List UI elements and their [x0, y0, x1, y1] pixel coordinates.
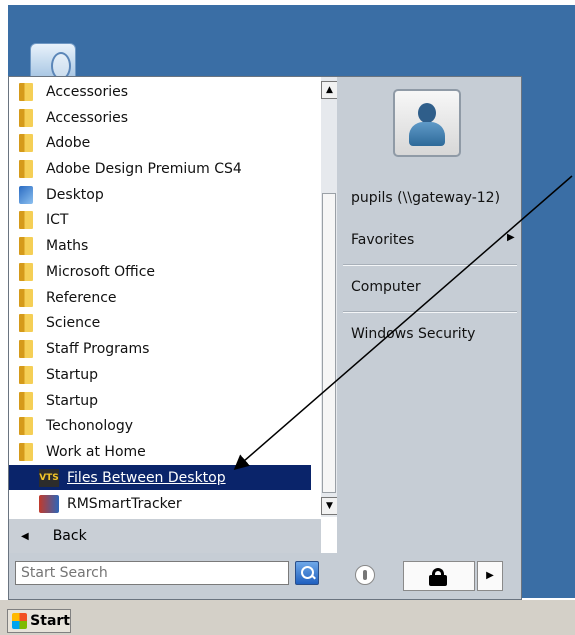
folder-icon [19, 339, 33, 358]
program-item-science[interactable]: Science [9, 310, 311, 335]
right-item-windows-security[interactable]: Windows Security [351, 326, 475, 342]
scrollbar-thumb[interactable] [322, 193, 336, 493]
windows-logo-icon [12, 613, 28, 629]
program-item-maths[interactable]: Maths [9, 233, 311, 258]
program-item-accessories-2[interactable]: Accessories [9, 105, 311, 130]
folder-icon [19, 442, 33, 461]
program-label: Adobe [46, 134, 91, 151]
search-icon[interactable] [295, 561, 319, 585]
program-label: Accessories [46, 109, 129, 126]
program-item-adobe[interactable]: Adobe [9, 130, 311, 155]
back-arrow-icon: ◀ [21, 530, 29, 542]
folder-icon [19, 365, 33, 384]
start-label: Start [30, 613, 70, 629]
program-label: Techonology [46, 417, 133, 434]
program-label: Adobe Design Premium CS4 [46, 160, 242, 177]
program-label: Accessories [46, 83, 129, 100]
program-label: Science [46, 314, 101, 331]
program-label: RMSmartTracker [67, 495, 182, 512]
all-programs-list: Accessories Accessories Adobe Adobe Desi… [9, 77, 322, 517]
program-label: Staff Programs [46, 340, 150, 357]
program-label: Startup [46, 366, 98, 383]
program-item-work-at-home[interactable]: Work at Home [9, 439, 311, 464]
user-avatar[interactable] [393, 89, 461, 157]
program-label: Work at Home [46, 443, 146, 460]
program-item-adobe-design-premium[interactable]: Adobe Design Premium CS4 [9, 156, 311, 181]
right-item-user[interactable]: pupils (\\gateway-12) [351, 190, 500, 206]
start-menu-left-pane: Accessories Accessories Adobe Adobe Desi… [9, 77, 338, 599]
right-item-computer[interactable]: Computer [351, 279, 421, 295]
program-label: Maths [46, 237, 89, 254]
folder-icon [19, 159, 33, 178]
lock-button[interactable] [403, 561, 475, 591]
shutdown-options-arrow-icon[interactable]: ▶ [477, 561, 503, 591]
programs-scrollbar[interactable]: ▲ ▼ [321, 77, 338, 517]
program-label: Files Between Desktop [67, 469, 226, 486]
folder-icon [19, 391, 33, 410]
taskbar: Start [0, 600, 575, 635]
program-label: Startup [46, 392, 98, 409]
folder-icon [19, 210, 33, 229]
right-item-favorites[interactable]: Favorites [351, 232, 414, 248]
program-item-files-between-desktop[interactable]: VTS Files Between Desktop [9, 465, 311, 490]
power-icon[interactable] [355, 565, 375, 585]
program-label: Microsoft Office [46, 263, 156, 280]
folder-icon [19, 108, 33, 127]
program-label: Reference [46, 289, 117, 306]
program-label: Desktop [46, 186, 104, 203]
program-item-startup-2[interactable]: Startup [9, 388, 311, 413]
folder-icon [19, 133, 33, 152]
search-area [9, 553, 337, 599]
folder-icon [19, 288, 33, 307]
folder-icon [19, 416, 33, 435]
start-button[interactable]: Start [7, 609, 71, 633]
program-item-rmsmarttracker[interactable]: RMSmartTracker [9, 491, 311, 516]
vts-icon: VTS [39, 468, 59, 487]
program-item-startup-1[interactable]: Startup [9, 362, 311, 387]
folder-icon [19, 262, 33, 281]
scroll-down-arrow-icon[interactable]: ▼ [321, 497, 338, 515]
folder-icon [19, 313, 33, 332]
rmsmarttracker-icon [39, 494, 59, 513]
start-search-input[interactable] [15, 561, 289, 585]
program-item-desktop[interactable]: Desktop [9, 182, 311, 207]
program-item-ict[interactable]: ICT [9, 207, 311, 232]
start-menu: Accessories Accessories Adobe Adobe Desi… [8, 76, 522, 600]
program-label: ICT [46, 211, 69, 228]
program-item-techonology[interactable]: Techonology [9, 413, 311, 438]
desktop-icon [19, 185, 33, 204]
folder-icon [19, 236, 33, 255]
program-item-reference[interactable]: Reference [9, 285, 311, 310]
back-label: Back [52, 528, 87, 544]
back-button[interactable]: ◀ Back [9, 519, 321, 553]
separator [343, 311, 517, 313]
separator [343, 264, 517, 266]
user-body-shape [409, 122, 445, 146]
submenu-arrow-icon: ▶ [507, 232, 515, 243]
program-item-staff-programs[interactable]: Staff Programs [9, 336, 311, 361]
program-item-microsoft-office[interactable]: Microsoft Office [9, 259, 311, 284]
scroll-up-arrow-icon[interactable]: ▲ [321, 81, 338, 99]
lock-icon-body [429, 575, 447, 586]
user-head-shape [418, 103, 436, 123]
folder-icon [19, 82, 33, 101]
program-item-accessories-1[interactable]: Accessories [9, 79, 311, 104]
start-menu-right-pane: pupils (\\gateway-12) Favorites ▶ Comput… [337, 77, 521, 599]
